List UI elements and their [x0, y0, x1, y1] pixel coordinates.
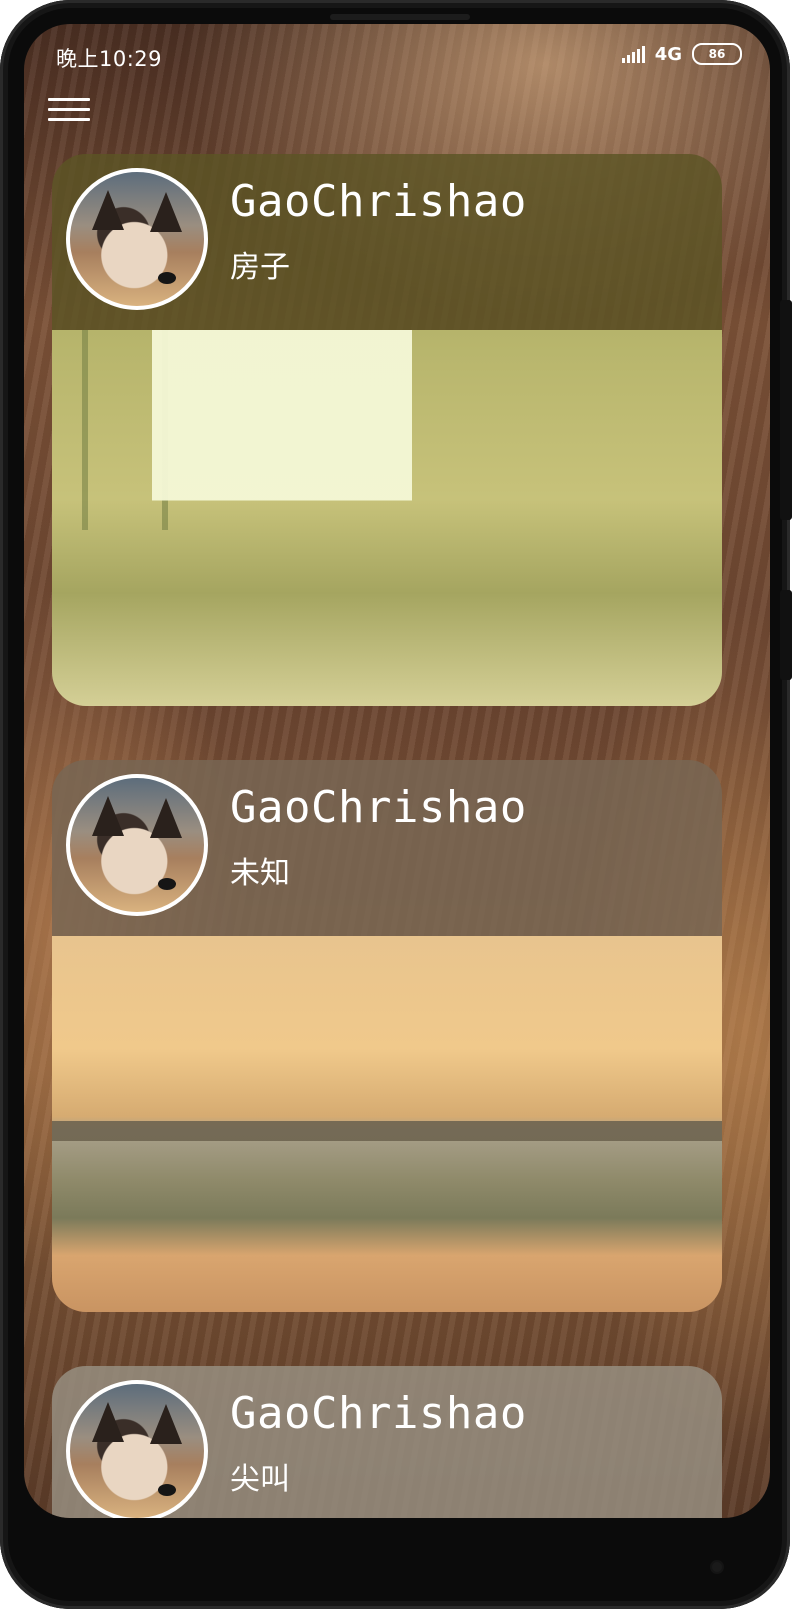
power-button — [780, 590, 792, 680]
network-type: 4G — [654, 43, 682, 65]
post-image[interactable] — [52, 936, 722, 1312]
post-username[interactable]: GaoChrishao — [230, 1388, 527, 1439]
battery-level: 86 — [708, 47, 726, 61]
avatar[interactable] — [66, 1380, 208, 1518]
post-card[interactable]: GaoChrishao 房子 — [52, 154, 722, 706]
post-username[interactable]: GaoChrishao — [230, 782, 527, 833]
earpiece — [330, 14, 470, 20]
app-screen: 晚上10:29 4G 86 GaoChrishao 房子 GaoChrishao… — [24, 24, 770, 1518]
post-image[interactable] — [52, 330, 722, 706]
post-header: GaoChrishao 未知 — [52, 760, 722, 936]
status-time: 晚上10:29 — [56, 47, 163, 71]
status-bar: 晚上10:29 4G 86 — [24, 24, 770, 86]
post-header: GaoChrishao 尖叫 — [52, 1366, 722, 1518]
hamburger-menu-icon[interactable] — [48, 96, 92, 128]
post-caption: 尖叫 — [230, 1462, 290, 1497]
battery-icon: 86 — [692, 43, 742, 65]
post-header: GaoChrishao 房子 — [52, 154, 722, 330]
status-indicators: 4G 86 — [621, 43, 742, 65]
post-caption: 未知 — [230, 856, 290, 891]
post-card[interactable]: GaoChrishao 尖叫 — [52, 1366, 722, 1518]
signal-icon — [621, 45, 645, 63]
camera-dot — [712, 1562, 722, 1572]
post-caption: 房子 — [230, 250, 290, 285]
post-card[interactable]: GaoChrishao 未知 — [52, 760, 722, 1312]
volume-button — [780, 300, 792, 520]
phone-frame: 晚上10:29 4G 86 GaoChrishao 房子 GaoChrishao… — [0, 0, 792, 1609]
post-username[interactable]: GaoChrishao — [230, 176, 527, 227]
avatar[interactable] — [66, 774, 208, 916]
avatar[interactable] — [66, 168, 208, 310]
